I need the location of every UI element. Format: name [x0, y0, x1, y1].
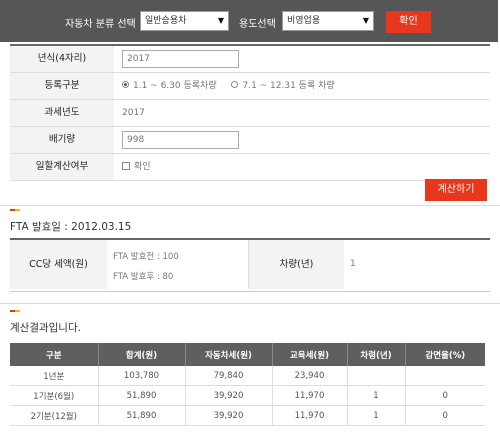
- cell-total: 51,890: [98, 385, 186, 406]
- lump-sum-label: 일할계산여부: [10, 154, 114, 180]
- year-label: 년식(4자리): [10, 46, 114, 72]
- year-input[interactable]: 2017: [122, 50, 239, 68]
- cell-category: 2기분(12월): [10, 405, 99, 426]
- vehicle-type-label: 자동차 분류 선택: [65, 19, 136, 30]
- vehicle-selection-bar: 자동차 분류 선택 일반승용차 ▼ 용도선택 비영업용 ▼ 확인: [0, 0, 498, 42]
- cell-car-tax: 39,920: [185, 385, 273, 406]
- usage-label: 용도선택: [239, 19, 276, 30]
- header-total: 합계(원): [98, 343, 186, 366]
- checkbox-icon[interactable]: [122, 161, 130, 170]
- tax-year-label: 과세년도: [10, 100, 114, 126]
- header-reduction-rate: 감면율(%): [405, 343, 485, 366]
- cell-category: 1년분: [10, 366, 99, 386]
- registration-option-first-half[interactable]: 1.1 ~ 6.30 등록차량: [122, 81, 219, 91]
- cell-vehicle-age: [347, 366, 406, 386]
- radio-selected-icon[interactable]: [122, 81, 129, 88]
- vehicle-age-value: 1: [350, 259, 356, 269]
- cell-reduction-rate: 0: [405, 385, 485, 406]
- form-row-registration: 등록구분 1.1 ~ 6.30 등록차량 7.1 ~ 12.31 등록 차량: [10, 73, 490, 100]
- cell-car-tax: 39,920: [185, 405, 273, 426]
- tax-input-form: 년식(4자리) 2017 등록구분 1.1 ~ 6.30 등록차량 7.1 ~ …: [10, 44, 490, 181]
- option-second-half-label: 7.1 ~ 12.31 등록 차량: [242, 81, 335, 91]
- displacement-label: 배기량: [10, 127, 114, 153]
- cell-education-tax: 11,970: [272, 385, 348, 406]
- fta-after-rate: FTA 발효후 : 80: [113, 272, 174, 282]
- cell-reduction-rate: [405, 366, 485, 386]
- chevron-down-icon: ▼: [362, 16, 369, 25]
- confirm-button[interactable]: 확인: [386, 11, 431, 33]
- lump-sum-option[interactable]: 확인: [122, 154, 151, 180]
- header-car-tax: 자동차세(원): [185, 343, 273, 366]
- divider: [0, 205, 500, 206]
- vehicle-age-label: 차량(년): [249, 240, 344, 289]
- fta-rates: FTA 발효전 : 100 FTA 발효후 : 80: [113, 240, 253, 289]
- lump-sum-checkbox-label: 확인: [134, 162, 151, 172]
- result-header-row: 구분 합계(원) 자동차세(원) 교육세(원) 차령(년) 감면율(%): [10, 343, 485, 366]
- registration-option-second-half[interactable]: 7.1 ~ 12.31 등록 차량: [231, 81, 335, 91]
- header-category: 구분: [10, 343, 99, 366]
- usage-value: 비영업용: [287, 16, 321, 26]
- registration-options: 1.1 ~ 6.30 등록차량 7.1 ~ 12.31 등록 차량: [122, 73, 335, 99]
- vehicle-type-select[interactable]: 일반승용차 ▼: [140, 11, 229, 31]
- cc-tax-box: CC당 세액(원) FTA 발효전 : 100 FTA 발효후 : 80 차량(…: [10, 238, 490, 292]
- radio-icon[interactable]: [231, 81, 239, 88]
- table-row: 1년분 103,780 79,840 23,940: [10, 366, 485, 386]
- cell-car-tax: 79,840: [185, 366, 273, 386]
- cell-education-tax: 23,940: [272, 366, 348, 386]
- cell-education-tax: 11,970: [272, 405, 348, 426]
- displacement-input[interactable]: 998: [122, 131, 239, 149]
- divider: [0, 303, 500, 304]
- cell-vehicle-age: 1: [347, 385, 406, 406]
- header-education-tax: 교육세(원): [272, 343, 348, 366]
- tax-year-value: 2017: [122, 108, 145, 118]
- chevron-down-icon: ▼: [217, 16, 224, 25]
- result-title: 계산결과입니다.: [10, 322, 81, 334]
- cell-total: 103,780: [98, 366, 186, 386]
- cell-total: 51,890: [98, 405, 186, 426]
- section-marker-icon: [10, 310, 20, 312]
- form-row-lump-sum: 일할계산여부 확인: [10, 154, 490, 181]
- result-table: 구분 합계(원) 자동차세(원) 교육세(원) 차령(년) 감면율(%) 1년분…: [10, 343, 485, 426]
- form-row-year: 년식(4자리) 2017: [10, 46, 490, 73]
- cc-tax-label: CC당 세액(원): [10, 240, 107, 289]
- header-vehicle-age: 차령(년): [347, 343, 406, 366]
- calculate-button[interactable]: 계산하기: [425, 179, 487, 201]
- form-row-displacement: 배기량 998: [10, 127, 490, 154]
- fta-title: FTA 발효일 : 2012.03.15: [10, 221, 132, 233]
- cell-category: 1기분(6월): [10, 385, 99, 406]
- vehicle-type-value: 일반승용차: [145, 16, 187, 26]
- section-marker-icon: [10, 209, 20, 211]
- table-row: 2기분(12월) 51,890 39,920 11,970 1 0: [10, 405, 485, 426]
- form-row-tax-year: 과세년도 2017: [10, 100, 490, 127]
- cell-vehicle-age: 1: [347, 405, 406, 426]
- table-row: 1기분(6월) 51,890 39,920 11,970 1 0: [10, 385, 485, 406]
- cell-reduction-rate: 0: [405, 405, 485, 426]
- fta-before-rate: FTA 발효전 : 100: [113, 252, 179, 262]
- registration-label: 등록구분: [10, 73, 114, 99]
- option-first-half-label: 1.1 ~ 6.30 등록차량: [133, 81, 217, 91]
- usage-select[interactable]: 비영업용 ▼: [282, 11, 374, 31]
